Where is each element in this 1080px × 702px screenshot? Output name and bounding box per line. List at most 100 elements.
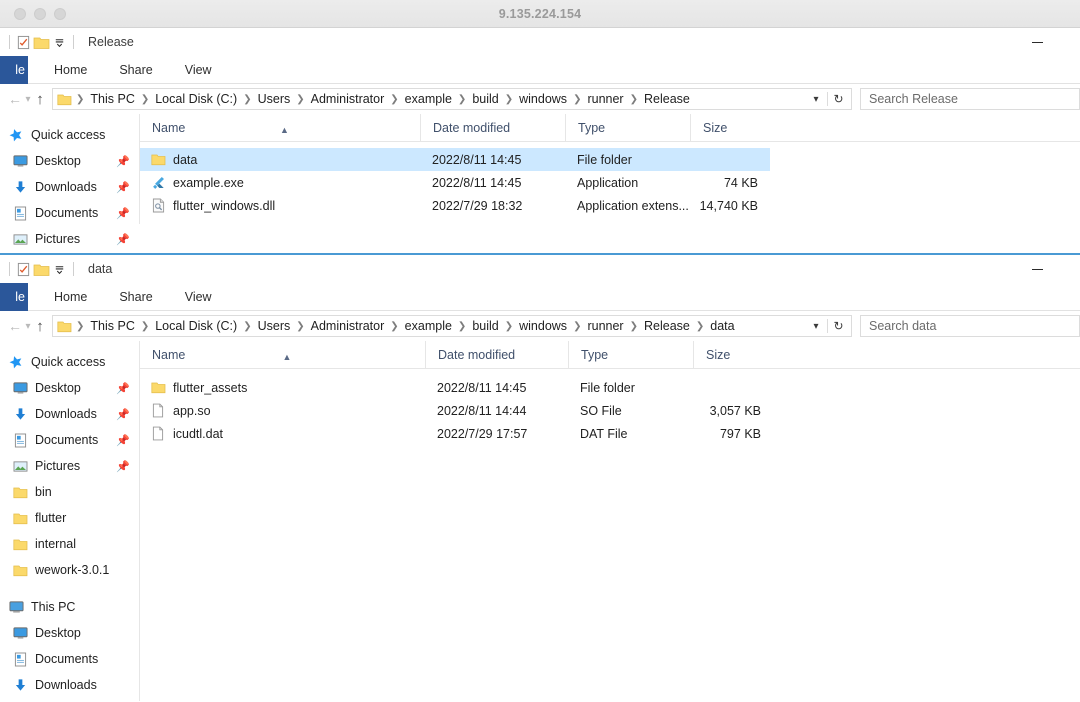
sidebar-item-quick-access[interactable]: Quick access: [0, 349, 139, 375]
sidebar-item-pictures[interactable]: Pictures 📌: [0, 226, 139, 252]
window-minimize-button-data[interactable]: [1022, 255, 1052, 283]
file-list-pane-release[interactable]: ▲ Name Date modified Type Size data 2022…: [140, 113, 1080, 224]
file-name-cell[interactable]: app.so: [140, 403, 425, 419]
sidebar-item-downloads[interactable]: Downloads 📌: [0, 401, 139, 427]
breadcrumb-windows[interactable]: windows: [514, 92, 572, 106]
file-name-cell[interactable]: flutter_windows.dll: [140, 198, 420, 214]
ribbon-tab-list-data[interactable]: Home Share View: [38, 283, 228, 311]
breadcrumb-folder-icon[interactable]: [57, 93, 72, 106]
window-minimize-button-release[interactable]: [1022, 28, 1052, 56]
pin-icon[interactable]: 📌: [116, 207, 130, 220]
column-date-modified[interactable]: Date modified: [420, 113, 565, 142]
tab-file-data[interactable]: le: [0, 283, 28, 311]
address-bar-data[interactable]: ← ▾ ↑ ❯ This PC ❯ Local Disk (C:) ❯ User…: [0, 311, 1080, 341]
quick-access-toolbar-release[interactable]: [4, 28, 79, 56]
column-type[interactable]: Type: [568, 340, 693, 369]
search-input-release[interactable]: Search Release: [860, 88, 1080, 110]
column-date-modified[interactable]: Date modified: [425, 340, 568, 369]
breadcrumb-example[interactable]: example: [400, 92, 457, 106]
column-type[interactable]: Type: [565, 113, 690, 142]
breadcrumb-local-disk[interactable]: Local Disk (C:): [150, 92, 242, 106]
breadcrumb-build[interactable]: build: [467, 92, 503, 106]
table-row[interactable]: flutter_windows.dll 2022/7/29 18:32 Appl…: [140, 194, 770, 217]
back-button-release[interactable]: ←: [8, 87, 22, 111]
breadcrumb-administrator[interactable]: Administrator: [306, 319, 390, 333]
breadcrumb-folder-icon[interactable]: [57, 320, 72, 333]
chevron-down-icon[interactable]: ▾: [805, 94, 827, 105]
breadcrumb-tail[interactable]: ▾ ↻: [805, 92, 849, 106]
breadcrumb-release[interactable]: Release: [639, 92, 695, 106]
ribbon-tab-list-release[interactable]: Home Share View: [38, 56, 228, 84]
column-size[interactable]: Size: [690, 113, 772, 142]
breadcrumb-release[interactable]: ❯ This PC ❯ Local Disk (C:) ❯ Users ❯ Ad…: [52, 88, 852, 110]
pin-icon[interactable]: 📌: [116, 434, 130, 447]
sidebar-item-desktop[interactable]: Desktop 📌: [0, 375, 139, 401]
sidebar-item-quick-access[interactable]: Quick access: [0, 122, 139, 148]
column-name[interactable]: ▲ Name: [140, 341, 425, 369]
sidebar-item-documents[interactable]: Documents 📌: [0, 200, 139, 226]
file-name-cell[interactable]: example.exe: [140, 175, 420, 191]
tab-file-release[interactable]: le: [0, 56, 28, 84]
breadcrumb-this-pc[interactable]: This PC: [85, 92, 139, 106]
pin-icon[interactable]: 📌: [116, 181, 130, 194]
back-button-data[interactable]: ←: [8, 314, 22, 338]
breadcrumb-local-disk[interactable]: Local Disk (C:): [150, 319, 242, 333]
table-row[interactable]: app.so 2022/8/11 14:44 SO File 3,057 KB: [140, 399, 775, 422]
sidebar-item-pictures[interactable]: Pictures 📌: [0, 453, 139, 479]
up-button-data[interactable]: ↑: [34, 314, 46, 338]
sidebar-item-pc-downloads[interactable]: Downloads: [0, 672, 139, 698]
sidebar-item-bin[interactable]: bin: [0, 479, 139, 505]
new-folder-icon[interactable]: [32, 34, 51, 51]
zoom-button[interactable]: [54, 8, 66, 20]
minimize-button[interactable]: [34, 8, 46, 20]
breadcrumb-windows[interactable]: windows: [514, 319, 572, 333]
table-row[interactable]: data 2022/8/11 14:45 File folder: [140, 148, 770, 171]
search-input-data[interactable]: Search data: [860, 315, 1080, 337]
refresh-icon[interactable]: ↻: [827, 92, 849, 106]
breadcrumb-users[interactable]: Users: [253, 92, 296, 106]
sidebar-item-wework[interactable]: wework-3.0.1: [0, 557, 139, 583]
pin-icon[interactable]: 📌: [116, 233, 130, 246]
customize-dropdown-icon[interactable]: [51, 34, 68, 51]
column-headers-release[interactable]: ▲ Name Date modified Type Size: [140, 113, 1080, 142]
pin-icon[interactable]: 📌: [116, 155, 130, 168]
pin-icon[interactable]: 📌: [116, 382, 130, 395]
sidebar-item-documents[interactable]: Documents 📌: [0, 427, 139, 453]
pin-icon[interactable]: 📌: [116, 460, 130, 473]
table-row[interactable]: example.exe 2022/8/11 14:45 Application …: [140, 171, 770, 194]
column-name[interactable]: ▲ Name: [140, 114, 420, 142]
chevron-down-icon[interactable]: ▾: [805, 321, 827, 332]
table-row[interactable]: flutter_assets 2022/8/11 14:45 File fold…: [140, 376, 775, 399]
breadcrumb-runner[interactable]: runner: [582, 92, 628, 106]
tab-home-release[interactable]: Home: [38, 56, 103, 84]
sidebar-item-this-pc[interactable]: This PC: [0, 594, 139, 620]
window-titlebar-data[interactable]: data: [0, 255, 1080, 283]
file-list-pane-data[interactable]: ▲ Name Date modified Type Size flutter_a…: [140, 340, 1080, 701]
tab-share-data[interactable]: Share: [103, 283, 168, 311]
ribbon-tabs-data[interactable]: le Home Share View: [0, 283, 1080, 311]
properties-icon[interactable]: [15, 261, 32, 278]
recent-locations-button-data[interactable]: ▾: [22, 314, 34, 338]
traffic-lights[interactable]: [14, 8, 66, 20]
tab-view-data[interactable]: View: [169, 283, 228, 311]
pin-icon[interactable]: 📌: [116, 408, 130, 421]
breadcrumb-runner[interactable]: runner: [582, 319, 628, 333]
file-name-cell[interactable]: flutter_assets: [140, 380, 425, 396]
refresh-icon[interactable]: ↻: [827, 319, 849, 333]
breadcrumb-release[interactable]: Release: [639, 319, 695, 333]
breadcrumb-data[interactable]: data: [705, 319, 739, 333]
sidebar-item-internal[interactable]: internal: [0, 531, 139, 557]
navigation-pane-data[interactable]: Quick access Desktop 📌 Downloads 📌 Docum…: [0, 341, 140, 701]
tab-view-release[interactable]: View: [169, 56, 228, 84]
column-headers-data[interactable]: ▲ Name Date modified Type Size: [140, 340, 1080, 369]
navigation-pane-release[interactable]: Quick access Desktop 📌 Downloads 📌 Docum…: [0, 114, 140, 246]
file-name-cell[interactable]: data: [140, 152, 420, 168]
breadcrumb-data[interactable]: ❯ This PC ❯ Local Disk (C:) ❯ Users ❯ Ad…: [52, 315, 852, 337]
address-bar-release[interactable]: ← ▾ ↑ ❯ This PC ❯ Local Disk (C:) ❯ User…: [0, 84, 1080, 114]
sidebar-item-pc-documents[interactable]: Documents: [0, 646, 139, 672]
up-button-release[interactable]: ↑: [34, 87, 46, 111]
sidebar-item-desktop[interactable]: Desktop 📌: [0, 148, 139, 174]
breadcrumb-users[interactable]: Users: [253, 319, 296, 333]
breadcrumb-tail[interactable]: ▾ ↻: [805, 319, 849, 333]
explorer-window-release[interactable]: Release le Home Share View ← ▾ ↑ ❯ This …: [0, 28, 1080, 254]
